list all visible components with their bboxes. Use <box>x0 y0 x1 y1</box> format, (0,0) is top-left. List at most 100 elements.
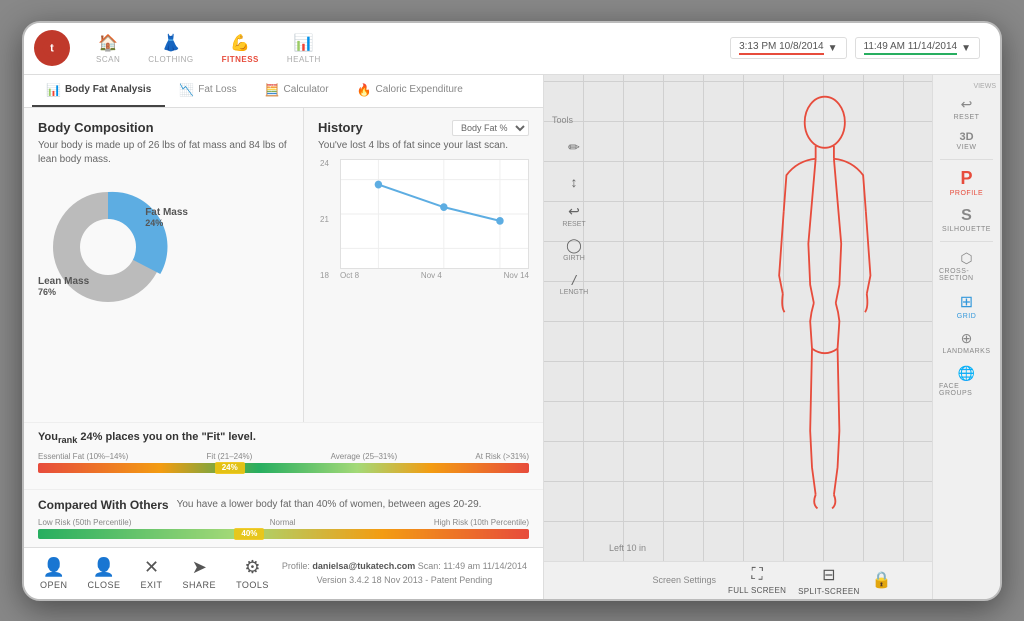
lock-button[interactable]: 🔒 <box>872 570 892 590</box>
rank-value: 24% <box>80 431 102 443</box>
rank-text: Yourank 24% places you on the "Fit" leve… <box>38 431 529 445</box>
tool-move[interactable]: ↕ <box>556 167 592 197</box>
lock-icon: 🔒 <box>872 570 892 590</box>
date-selectors: 3:13 PM 10/8/2014 ▼ 11:49 AM 11/14/2014 … <box>730 37 990 59</box>
nav-clothing[interactable]: 👗 CLOTHING <box>136 29 205 68</box>
sidebar-reset-icon: ↩ <box>961 96 973 113</box>
nav-fitness[interactable]: 💪 FITNESS <box>210 29 271 68</box>
share-label: SHARE <box>183 580 217 590</box>
open-button[interactable]: 👤 OPEN <box>40 557 68 590</box>
app-logo[interactable]: t <box>34 30 70 66</box>
tool-girth[interactable]: ◯ GIRTH <box>556 235 592 265</box>
rank-section: Yourank 24% places you on the "Fit" leve… <box>24 422 543 488</box>
fat-label-0: Essential Fat (10%–14%) <box>38 452 128 461</box>
split-screen-icon: ⊟ <box>822 565 835 585</box>
tab-bar: 📊 Body Fat Analysis 📉 Fat Loss 🧮 Calcula… <box>24 75 543 108</box>
sidebar-landmarks-button[interactable]: ⊕ LANDMARKS <box>933 326 1000 359</box>
sidebar-3d-button[interactable]: 3D VIEW <box>933 127 1000 155</box>
svg-text:t: t <box>50 43 54 55</box>
fat-scale: Essential Fat (10%–14%) Fit (21–24%) Ave… <box>38 452 529 473</box>
tool-reset-label: RESET <box>562 221 585 228</box>
fat-mass-label: Fat Mass 24% <box>145 207 188 228</box>
sidebar-profile-label: PROFILE <box>950 190 983 197</box>
tool-length[interactable]: / LENGTH <box>556 269 592 299</box>
profile-info: Profile: danielsa@tukatech.com Scan: 11:… <box>282 559 527 588</box>
sidebar-grid-icon: ⊞ <box>960 292 973 312</box>
right-panel: Tools ✏ ↕ ↩ RESET ◯ GIRTH <box>544 75 1000 599</box>
rank-prefix: Yourank <box>38 431 80 443</box>
date-selector-2[interactable]: 11:49 AM 11/14/2014 ▼ <box>855 37 981 59</box>
tab-calculator-label: Calculator <box>284 84 329 95</box>
calculator-icon: 🧮 <box>265 83 280 97</box>
history-title: History <box>318 120 363 135</box>
views-label: Views <box>973 83 1000 90</box>
split-screen-label: SPLIT-SCREEN <box>798 587 859 596</box>
draw-icon: ✏ <box>568 139 580 156</box>
scan-label: Scan: <box>418 561 441 571</box>
left-panel: 📊 Body Fat Analysis 📉 Fat Loss 🧮 Calcula… <box>24 75 544 599</box>
tool-draw[interactable]: ✏ <box>556 133 592 163</box>
sidebar-facegroups-icon: 🌐 <box>958 365 975 382</box>
date-1-value: 3:13 PM 10/8/2014 <box>739 41 824 55</box>
history-metric-select[interactable]: Body Fat % <box>452 120 529 136</box>
x-label-0: Oct 8 <box>340 271 359 280</box>
line-chart <box>340 159 529 269</box>
clothing-icon: 👗 <box>161 33 181 53</box>
sidebar-silhouette-icon: S <box>961 207 972 225</box>
tools-label: Tools <box>552 115 573 125</box>
reset-arrow-icon: ↩ <box>568 203 580 220</box>
history-header: History Body Fat % <box>318 120 529 136</box>
move-icon: ↕ <box>571 174 578 190</box>
fullscreen-icon: ⛶ <box>752 566 763 584</box>
body-comp-title: Body Composition <box>38 120 289 135</box>
tool-length-label: LENGTH <box>560 289 588 296</box>
nav-items: 🏠 SCAN 👗 CLOTHING 💪 FITNESS 📊 HEALTH <box>84 29 730 68</box>
nav-health[interactable]: 📊 HEALTH <box>275 29 333 68</box>
tool-reset[interactable]: ↩ RESET <box>556 201 592 231</box>
history-section: History Body Fat % You've lost 4 lbs of … <box>303 108 543 423</box>
sidebar-crosssection-button[interactable]: ⬡ CROSS-SECTION <box>933 246 1000 286</box>
bottom-toolbar: 👤 OPEN 👤 CLOSE ✕ EXIT ➤ SHARE <box>24 547 543 599</box>
compare-title: Compared With Others <box>38 498 169 512</box>
date-selector-1[interactable]: 3:13 PM 10/8/2014 ▼ <box>730 37 846 59</box>
sidebar-facegroups-button[interactable]: 🌐 FACE GROUPS <box>933 361 1000 401</box>
sidebar-divider-2 <box>940 241 994 242</box>
home-icon: 🏠 <box>98 33 118 53</box>
girth-icon: ◯ <box>566 237 582 254</box>
tab-body-fat[interactable]: 📊 Body Fat Analysis <box>32 75 165 107</box>
share-button[interactable]: ➤ SHARE <box>183 557 217 590</box>
sidebar-silhouette-label: SILHOUETTE <box>942 226 991 233</box>
fat-scale-bar: 24% <box>38 463 529 473</box>
close-button[interactable]: 👤 CLOSE <box>88 557 121 590</box>
sidebar-profile-button[interactable]: P PROFILE <box>933 164 1000 201</box>
tab-calculator[interactable]: 🧮 Calculator <box>251 75 343 107</box>
tools-icon: ⚙ <box>244 557 260 578</box>
sidebar-grid-button[interactable]: ⊞ GRID <box>933 288 1000 324</box>
chevron-down-icon-1: ▼ <box>828 43 838 54</box>
health-icon: 📊 <box>294 33 314 53</box>
tools-button[interactable]: ⚙ TOOLS <box>236 557 269 590</box>
compare-indicator: 40% <box>234 528 264 540</box>
sidebar-landmarks-icon: ⊕ <box>961 330 973 347</box>
tab-caloric[interactable]: 🔥 Caloric Expenditure <box>343 75 477 107</box>
tab-fat-loss[interactable]: 📉 Fat Loss <box>165 75 250 107</box>
content-area: Body Composition Your body is made up of… <box>24 108 543 547</box>
sidebar-reset-button[interactable]: ↩ RESET <box>933 92 1000 125</box>
full-screen-button[interactable]: ⛶ FULL SCREEN <box>728 566 786 595</box>
y-label-0: 24 <box>320 159 329 168</box>
nav-scan[interactable]: 🏠 SCAN <box>84 29 132 68</box>
nav-health-label: HEALTH <box>287 55 321 64</box>
tab-caloric-label: Caloric Expenditure <box>376 84 463 95</box>
compare-label-mid: Normal <box>270 518 296 527</box>
compare-header: Compared With Others You have a lower bo… <box>38 498 529 512</box>
compare-bar: 40% <box>38 529 529 539</box>
split-screen-button[interactable]: ⊟ SPLIT-SCREEN <box>798 565 859 596</box>
fat-scale-labels: Essential Fat (10%–14%) Fit (21–24%) Ave… <box>38 452 529 461</box>
sidebar-facegroups-label: FACE GROUPS <box>939 383 994 397</box>
fat-label-1: Fit (21–24%) <box>207 452 253 461</box>
exit-button[interactable]: ✕ EXIT <box>141 557 163 590</box>
open-label: OPEN <box>40 580 68 590</box>
compare-desc: You have a lower body fat than 40% of wo… <box>177 499 482 510</box>
sidebar-silhouette-button[interactable]: S SILHOUETTE <box>933 203 1000 237</box>
lean-mass-label: Lean Mass 76% <box>38 276 89 297</box>
